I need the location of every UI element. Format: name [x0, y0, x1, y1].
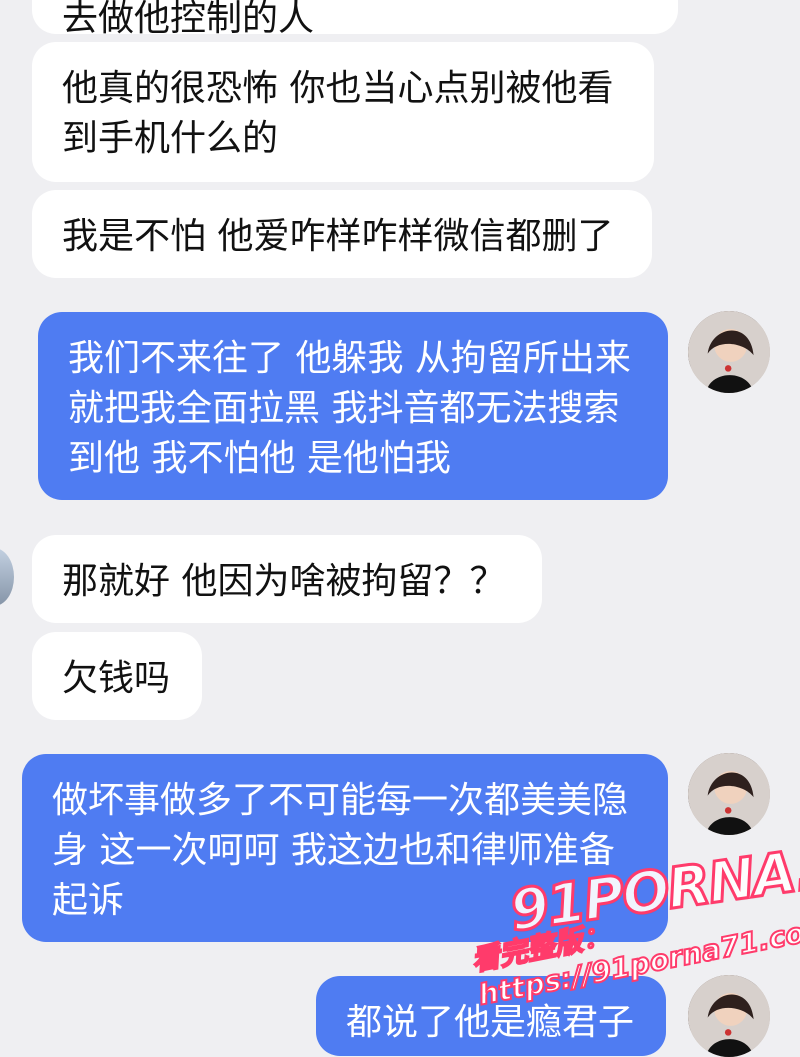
message-text: 我们不来往了 他躲我 从拘留所出来就把我全面拉黑 我抖音都无法搜索到他 我不怕他…	[68, 338, 631, 479]
avatar-image-icon	[688, 311, 770, 393]
message-bubble-left: 他真的很恐怖 你也当心点别被他看到手机什么的	[32, 42, 654, 182]
avatar-image-icon	[688, 975, 770, 1057]
message-bubble-left: 那就好 他因为啥被拘留？？	[32, 535, 542, 623]
message-bubble-right: 都说了他是瘾君子	[316, 976, 666, 1056]
message-text: 去做他控制的人	[62, 0, 315, 39]
message-text: 我是不怕 他爱咋样咋样微信都删了	[62, 216, 614, 257]
message-bubble-left: 欠钱吗	[32, 632, 202, 720]
message-bubble-right: 我们不来往了 他躲我 从拘留所出来就把我全面拉黑 我抖音都无法搜索到他 我不怕他…	[38, 312, 668, 500]
message-text: 欠钱吗	[62, 658, 171, 699]
user-avatar	[688, 311, 770, 393]
message-bubble-left: 去做他控制的人	[32, 0, 678, 39]
message-text: 都说了他是瘾君子	[346, 1002, 635, 1043]
contact-avatar	[0, 548, 14, 606]
message-bubble-right: 做坏事做多了不可能每一次都美美隐身 这一次呵呵 我这边也和律师准备起诉	[22, 754, 668, 942]
message-bubble-left: 我是不怕 他爱咋样咋样微信都删了	[32, 190, 652, 278]
user-avatar	[688, 975, 770, 1057]
message-text: 做坏事做多了不可能每一次都美美隐身 这一次呵呵 我这边也和律师准备起诉	[52, 780, 629, 921]
message-text: 那就好 他因为啥被拘留？？	[62, 561, 506, 602]
user-avatar	[688, 753, 770, 835]
message-text: 他真的很恐怖 你也当心点别被他看到手机什么的	[62, 68, 614, 159]
avatar-image-icon	[688, 753, 770, 835]
